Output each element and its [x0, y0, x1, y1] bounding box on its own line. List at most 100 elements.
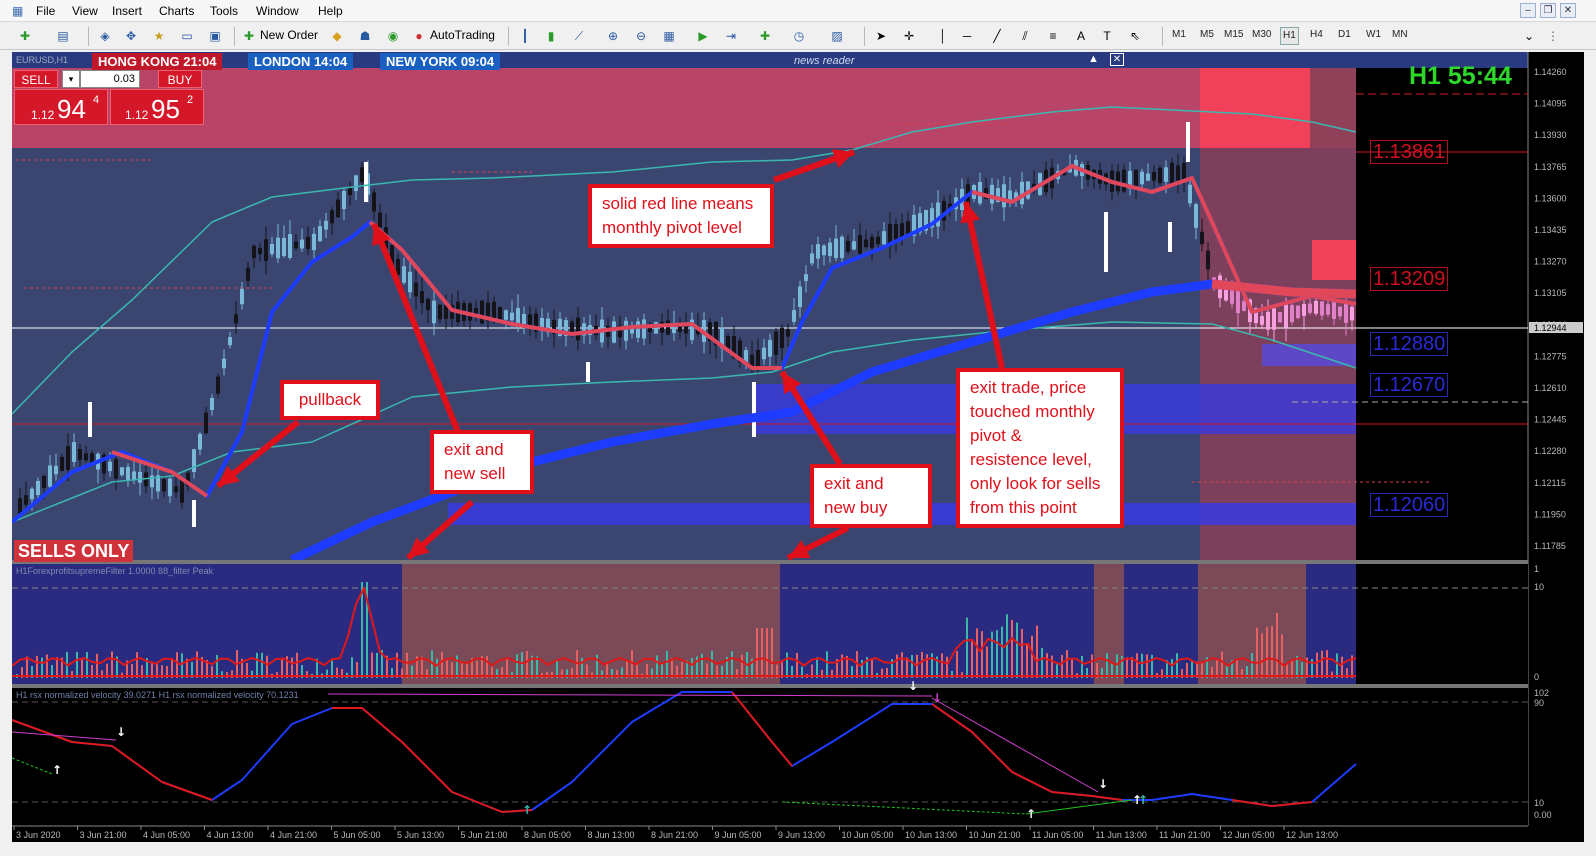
buy-button[interactable]: BUY	[158, 70, 202, 88]
market-icon[interactable]: ◉	[384, 27, 402, 45]
news-close-icon[interactable]: ✕	[1110, 53, 1124, 66]
line-chart-icon[interactable]: ⟋	[570, 27, 588, 45]
fibonacci-icon[interactable]: ≡	[1044, 27, 1062, 45]
tf-h4[interactable]: H4	[1310, 29, 1323, 40]
candle-body	[1326, 304, 1330, 315]
buy-price-box[interactable]: 1.12 95 2	[110, 89, 204, 125]
periods-icon[interactable]: ◷	[790, 27, 808, 45]
indicator2-axis-label: 90	[1534, 698, 1544, 708]
channel-icon[interactable]: ⫽	[1016, 27, 1034, 45]
candle-body	[1272, 308, 1276, 330]
toolbar-grip-icon[interactable]: ⋮	[1544, 27, 1562, 45]
templates-icon[interactable]: ▨	[828, 27, 846, 45]
histogram-bar	[266, 655, 268, 678]
resistance-small-zone	[1312, 240, 1356, 280]
menu-help[interactable]: Help	[318, 4, 343, 18]
zoom-out-icon[interactable]: ⊖	[632, 27, 650, 45]
horizontal-line-icon[interactable]: ─	[958, 27, 976, 45]
cursor-icon[interactable]: ➤	[872, 27, 890, 45]
trendline-icon[interactable]: ╱	[988, 27, 1006, 45]
candle-body	[1002, 184, 1006, 208]
data-window-icon[interactable]: ✥	[122, 27, 140, 45]
restore-icon[interactable]: ❐	[1540, 3, 1556, 18]
tf-w1[interactable]: W1	[1366, 29, 1381, 40]
candle-body	[216, 376, 220, 394]
text-label-icon[interactable]: T	[1098, 27, 1116, 45]
lot-size-input[interactable]	[80, 70, 140, 88]
new-order-button[interactable]: New Order	[260, 28, 318, 42]
candlestick-icon[interactable]: ▮	[542, 27, 560, 45]
profiles-icon[interactable]: ▤	[54, 27, 72, 45]
buy-price-big: 95	[151, 94, 180, 124]
candle-body	[42, 476, 46, 488]
candle-body	[876, 236, 880, 245]
menu-charts[interactable]: Charts	[159, 4, 194, 18]
histogram-bar	[981, 631, 983, 678]
sell-price-box[interactable]: 1.12 94 4	[14, 89, 108, 125]
navigator-icon[interactable]: ★	[150, 27, 168, 45]
terminal-icon[interactable]: ▭	[178, 27, 196, 45]
chart-shift-icon[interactable]: ⇥	[722, 27, 740, 45]
menu-insert[interactable]: Insert	[112, 4, 142, 18]
news-reader-label[interactable]: news reader	[794, 55, 855, 67]
histogram-bar	[756, 628, 758, 678]
autotrading-icon[interactable]: ●	[410, 27, 428, 45]
vertical-line-icon[interactable]: │	[934, 27, 952, 45]
tf-m1[interactable]: M1	[1172, 29, 1186, 40]
histogram-bar	[666, 650, 668, 678]
tf-mn[interactable]: MN	[1392, 29, 1408, 40]
zoom-in-icon[interactable]: ⊕	[604, 27, 622, 45]
news-collapse-icon[interactable]: ▲	[1088, 53, 1099, 65]
candle-body	[762, 347, 766, 360]
time-tick-label: 4 Jun 21:00	[270, 830, 317, 840]
new-chart-icon[interactable]: ✚	[16, 27, 34, 45]
metaeditor-icon[interactable]: ◆	[328, 27, 346, 45]
bar-chart-icon[interactable]: ┃	[516, 27, 534, 45]
menu-tools[interactable]: Tools	[210, 4, 238, 18]
signals-icon[interactable]: ☗	[356, 27, 374, 45]
menu-view[interactable]: View	[72, 4, 98, 18]
toolbar-chevron-icon[interactable]: ⌄	[1520, 27, 1538, 45]
histogram-bar	[731, 651, 733, 678]
close-icon[interactable]: ✕	[1560, 3, 1576, 18]
histogram-bar	[916, 654, 918, 678]
tf-d1[interactable]: D1	[1338, 29, 1351, 40]
histogram-bar	[1271, 625, 1273, 678]
minimize-icon[interactable]: –	[1520, 3, 1536, 18]
candle-body	[1122, 169, 1126, 192]
histogram-bar	[1266, 626, 1268, 678]
candle-body	[88, 402, 92, 437]
indicators-icon[interactable]: ✚	[756, 27, 774, 45]
histogram-bar	[741, 654, 743, 678]
histogram-bar	[76, 651, 78, 678]
arrows-icon[interactable]: ⇖	[1126, 27, 1144, 45]
histogram-bar	[761, 628, 763, 678]
candle-body	[586, 362, 590, 382]
app-icon[interactable]: ▦	[12, 4, 23, 18]
candle-body	[306, 236, 310, 250]
tf-m30[interactable]: M30	[1252, 29, 1271, 40]
candle-body	[348, 188, 352, 196]
new-order-icon[interactable]: ✚	[240, 27, 258, 45]
autotrading-button[interactable]: AutoTrading	[430, 28, 495, 42]
tile-windows-icon[interactable]: ▦	[660, 27, 678, 45]
crosshair-icon[interactable]: ✛	[900, 27, 918, 45]
market-watch-icon[interactable]: ◈	[96, 27, 114, 45]
menu-window[interactable]: Window	[256, 4, 299, 18]
candle-body	[438, 304, 442, 320]
histogram-bar	[521, 652, 523, 678]
chart-window[interactable]: 1.14260 1.14095 1.13930 1.13765 1.13600 1.134…	[12, 52, 1584, 842]
lot-dropdown[interactable]: ▾	[62, 70, 80, 88]
auto-scroll-icon[interactable]: ▶	[694, 27, 712, 45]
tf-m5[interactable]: M5	[1200, 29, 1214, 40]
tf-m15[interactable]: M15	[1224, 29, 1243, 40]
sell-button[interactable]: SELL	[14, 70, 58, 88]
histogram-bar	[256, 652, 258, 678]
text-icon[interactable]: A	[1072, 27, 1090, 45]
tf-h1[interactable]: H1	[1280, 27, 1299, 45]
price-chart[interactable]: 1.14260 1.14095 1.13930 1.13765 1.13600 1.134…	[12, 52, 1584, 842]
price-tick-label: 1.12115	[1534, 478, 1566, 488]
candle-body	[1186, 122, 1190, 162]
tester-icon[interactable]: ▣	[206, 27, 224, 45]
menu-file[interactable]: File	[36, 4, 55, 18]
